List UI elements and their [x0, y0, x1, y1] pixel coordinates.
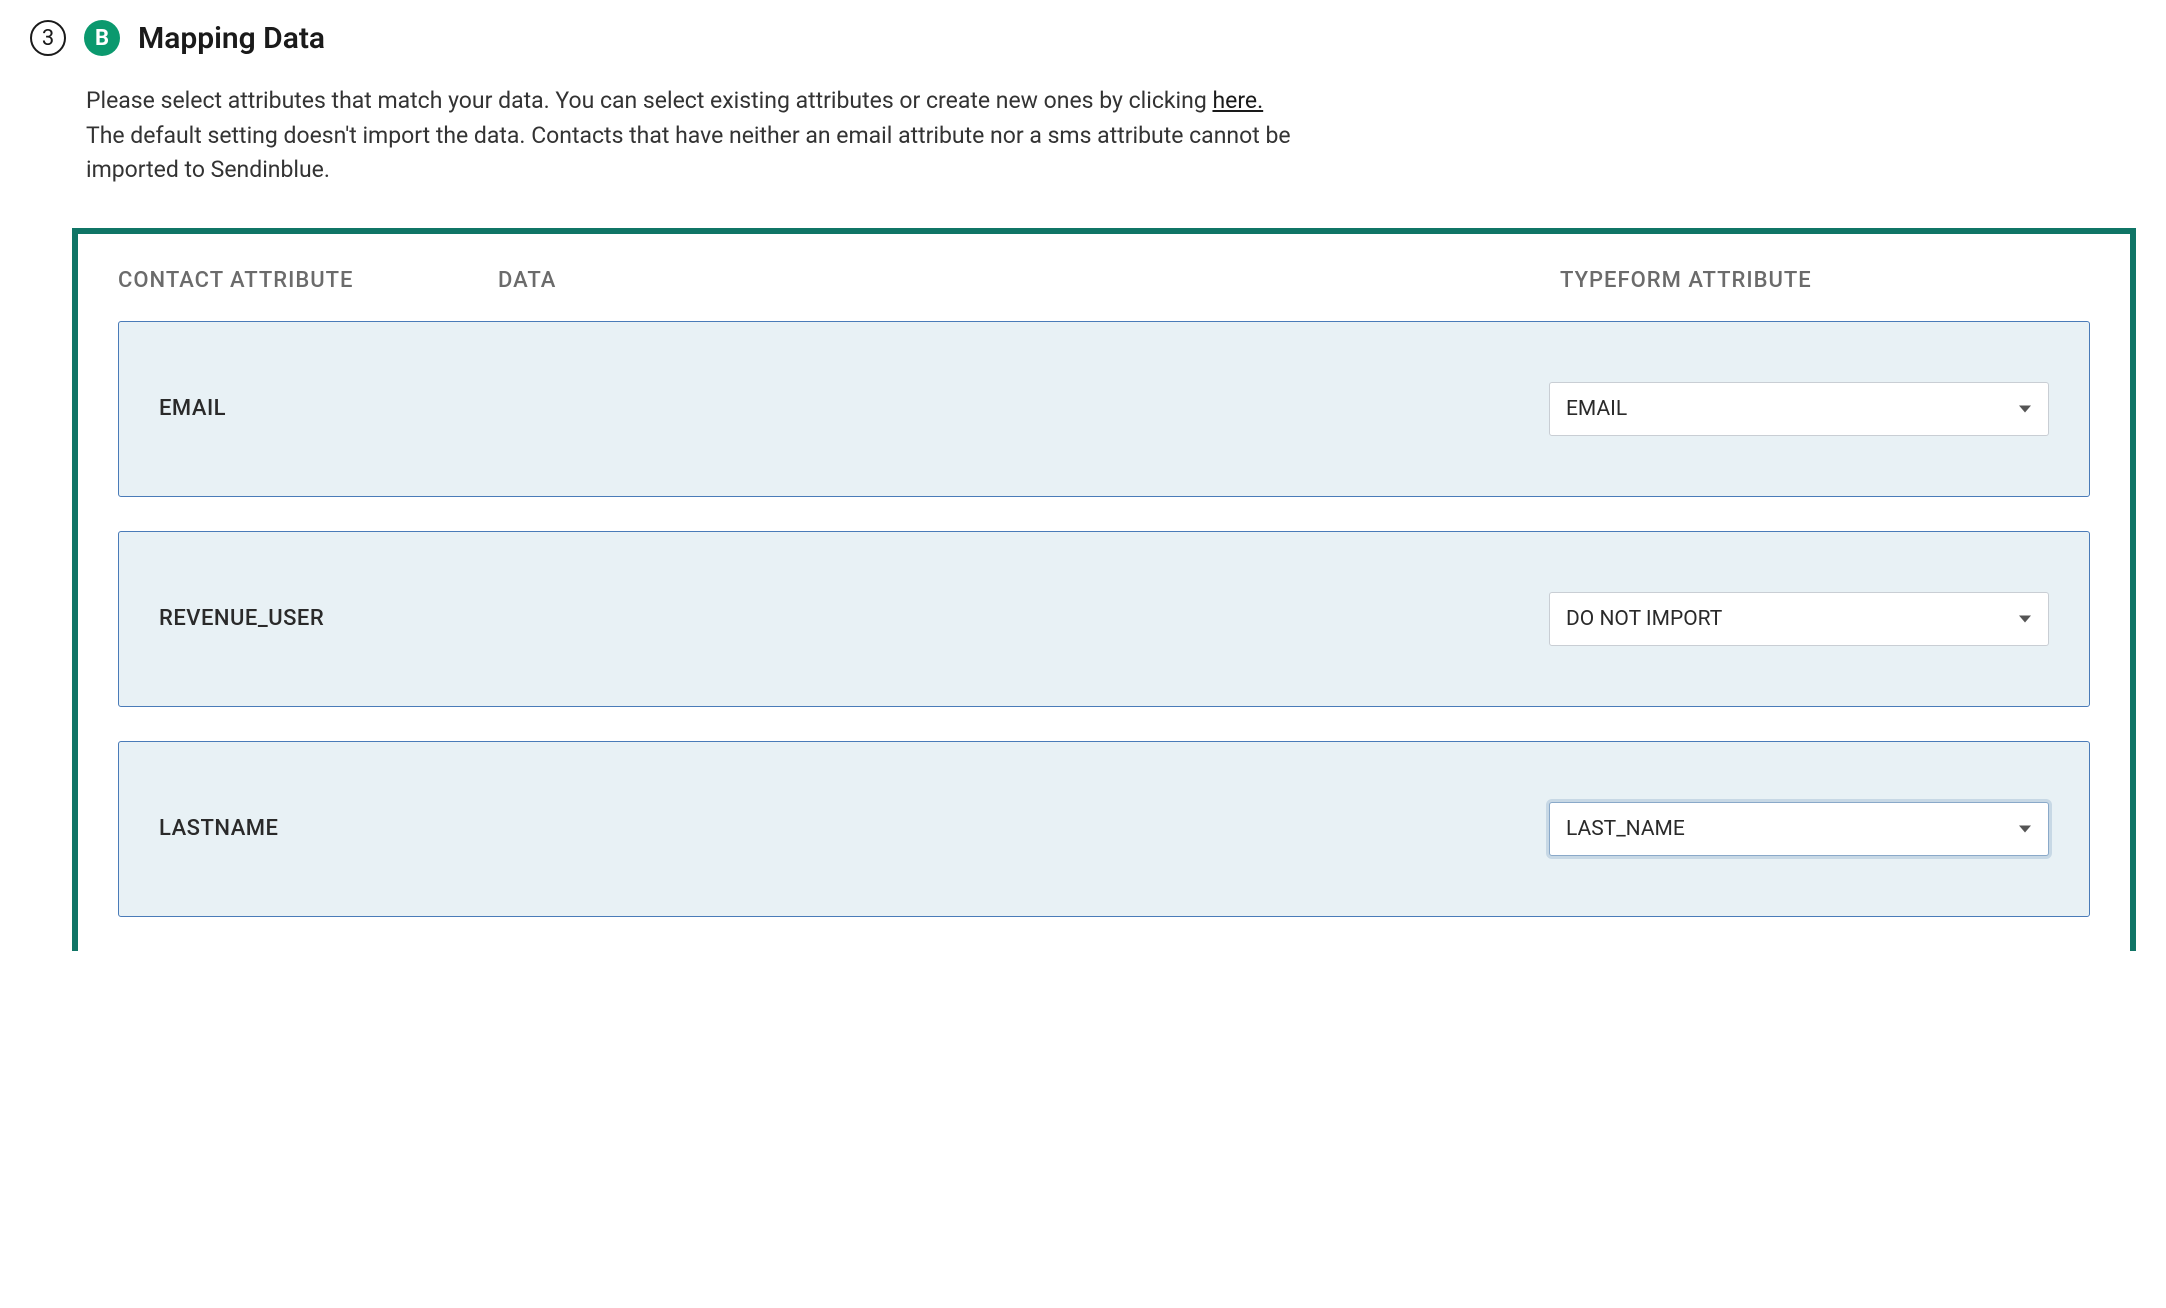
column-header-contact: CONTACT ATTRIBUTE — [118, 268, 498, 293]
step-title: Mapping Data — [138, 21, 325, 56]
contact-attribute-label: LASTNAME — [159, 816, 539, 841]
step-header: 3 B Mapping Data — [30, 20, 2136, 56]
mapping-row: LASTNAME LAST_NAME — [118, 741, 2090, 917]
typeform-attribute-select[interactable]: LAST_NAME — [1549, 802, 2049, 856]
typeform-select-wrap: DO NOT IMPORT — [1549, 592, 2049, 646]
step-number-text: 3 — [42, 26, 54, 51]
column-header-data: DATA — [498, 268, 1560, 293]
typeform-attribute-select[interactable]: EMAIL — [1549, 382, 2049, 436]
column-header-typeform: TYPEFORM ATTRIBUTE — [1560, 268, 2090, 293]
columns-header: CONTACT ATTRIBUTE DATA TYPEFORM ATTRIBUT… — [118, 262, 2090, 321]
brand-letter: B — [95, 26, 109, 51]
description-line2: The default setting doesn't import the d… — [86, 122, 1291, 184]
typeform-select-wrap: LAST_NAME — [1549, 802, 2049, 856]
contact-attribute-label: REVENUE_USER — [159, 606, 539, 631]
typeform-select-value: LAST_NAME — [1566, 817, 1685, 841]
typeform-select-value: DO NOT IMPORT — [1566, 607, 1722, 631]
step-description: Please select attributes that match your… — [86, 84, 1386, 188]
brand-badge-icon: B — [84, 20, 120, 56]
create-attribute-link[interactable]: here. — [1212, 87, 1263, 114]
mapping-row: EMAIL EMAIL — [118, 321, 2090, 497]
contact-attribute-label: EMAIL — [159, 396, 539, 421]
typeform-select-value: EMAIL — [1566, 397, 1627, 421]
step-number-badge: 3 — [30, 20, 66, 56]
description-line1: Please select attributes that match your… — [86, 87, 1212, 114]
typeform-select-wrap: EMAIL — [1549, 382, 2049, 436]
typeform-attribute-select[interactable]: DO NOT IMPORT — [1549, 592, 2049, 646]
mapping-panel: CONTACT ATTRIBUTE DATA TYPEFORM ATTRIBUT… — [72, 228, 2136, 951]
mapping-row: REVENUE_USER DO NOT IMPORT — [118, 531, 2090, 707]
